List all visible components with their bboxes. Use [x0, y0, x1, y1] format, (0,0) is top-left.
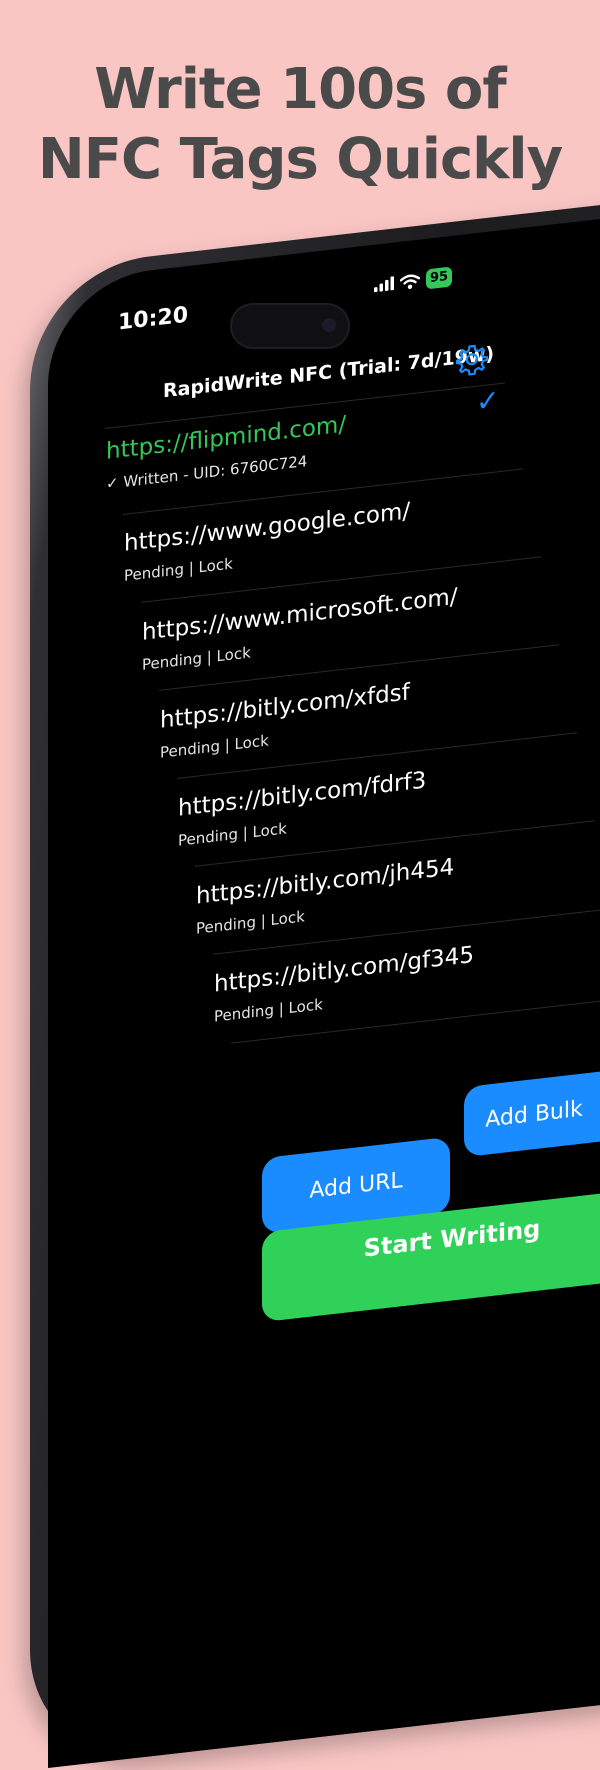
- add-url-label: Add URL: [309, 1167, 403, 1204]
- tag-row[interactable]: https://www.google.com/ Pending | Lock: [124, 485, 524, 585]
- app-screen: 10:20 95 RapidWrite NFC (Trial: 7d/19w) …: [0, 0, 600, 1323]
- start-writing-label: Start Writing: [363, 1214, 541, 1263]
- status-time: 10:20: [118, 302, 189, 336]
- wifi-icon: [400, 274, 420, 289]
- status-icons: 95: [374, 266, 453, 295]
- tag-row[interactable]: https://bitly.com/fdrf3 Pending | Lock: [178, 750, 578, 849]
- checkmark-icon: ✓: [476, 383, 500, 419]
- add-bulk-button[interactable]: Add Bulk: [464, 1066, 600, 1158]
- app-title: RapidWrite NFC (Trial: 7d/19w): [163, 342, 495, 403]
- battery-indicator: 95: [426, 266, 453, 290]
- settings-button[interactable]: [455, 341, 489, 377]
- tag-row[interactable]: https://www.microsoft.com/ Pending | Loc…: [142, 574, 542, 674]
- tag-row[interactable]: https://bitly.com/jh454 Pending | Lock: [196, 838, 596, 937]
- add-bulk-label: Add Bulk: [485, 1096, 583, 1133]
- tag-row[interactable]: https://bitly.com/gf345 Pending | Lock: [214, 926, 600, 1026]
- tag-row[interactable]: https://bitly.com/xfdsf Pending | Lock: [160, 662, 560, 761]
- signal-icon: [374, 276, 394, 293]
- gear-icon: [455, 344, 489, 376]
